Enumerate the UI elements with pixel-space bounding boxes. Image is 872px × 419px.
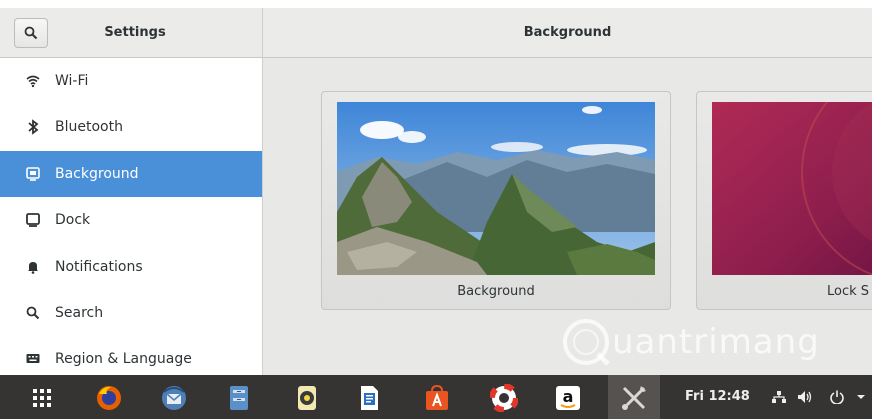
writer-icon[interactable] — [352, 381, 386, 415]
taskbar: a Fri 12:48 — [0, 375, 872, 419]
sidebar-item-label: Search — [55, 305, 104, 321]
card-label: Lock S — [827, 284, 870, 299]
network-icon[interactable] — [772, 375, 786, 419]
app-title: Settings — [104, 25, 166, 40]
header-bar: Settings Background — [0, 8, 872, 58]
background-icon — [25, 166, 41, 182]
files-icon[interactable] — [222, 381, 256, 415]
thunderbird-icon[interactable] — [157, 381, 191, 415]
rhythmbox-icon[interactable] — [290, 381, 324, 415]
help-icon[interactable] — [487, 381, 521, 415]
dropdown-arrow-icon[interactable] — [856, 375, 866, 419]
sidebar-item-wifi[interactable]: Wi-Fi — [0, 58, 262, 104]
app-grid-icon[interactable] — [25, 381, 59, 415]
svg-text:a: a — [563, 387, 574, 406]
amazon-icon[interactable]: a — [551, 381, 585, 415]
sidebar-item-label: Background — [55, 166, 139, 182]
volume-icon[interactable] — [797, 375, 813, 419]
sidebar-item-label: Notifications — [55, 259, 143, 275]
sidebar-item-search[interactable]: Search — [0, 290, 262, 336]
sidebar-item-label: Wi-Fi — [55, 73, 89, 89]
card-label: Background — [457, 284, 535, 299]
sidebar-item-notifications[interactable]: Notifications — [0, 244, 262, 290]
search-button[interactable] — [14, 18, 48, 48]
watermark-text: uantrimang — [612, 322, 820, 362]
firefox-icon[interactable] — [92, 381, 126, 415]
watermark: uantrimang — [560, 312, 860, 372]
sidebar-item-region-language[interactable]: Region & Language — [0, 336, 262, 375]
sidebar-item-label: Bluetooth — [55, 119, 123, 135]
keyboard-icon — [25, 351, 41, 367]
bluetooth-icon — [25, 119, 41, 135]
settings-tools-icon[interactable] — [617, 381, 651, 415]
background-preview — [337, 102, 655, 275]
search-icon — [25, 305, 41, 321]
sidebar-item-dock[interactable]: Dock — [0, 197, 262, 243]
lock-screen-preview — [712, 102, 872, 275]
search-icon — [24, 26, 38, 40]
wifi-icon — [25, 73, 41, 89]
watermark-logo — [563, 319, 610, 366]
sidebar-item-label: Dock — [55, 212, 91, 228]
software-center-icon[interactable] — [420, 381, 454, 415]
power-icon[interactable] — [830, 375, 844, 419]
clock[interactable]: Fri 12:48 — [685, 375, 750, 419]
sidebar: Wi-Fi Bluetooth Background Dock Notifica… — [0, 58, 263, 375]
lock-screen-card[interactable]: Lock S — [696, 91, 872, 310]
sidebar-item-label: Region & Language — [55, 351, 192, 367]
dock-icon — [25, 212, 41, 228]
page-title: Background — [523, 25, 612, 40]
top-strip — [0, 0, 872, 8]
background-card[interactable]: Background — [321, 91, 671, 310]
bell-icon — [25, 259, 41, 275]
sidebar-header: Settings — [0, 8, 263, 57]
sidebar-item-background[interactable]: Background — [0, 151, 262, 197]
sidebar-item-bluetooth[interactable]: Bluetooth — [0, 104, 262, 150]
